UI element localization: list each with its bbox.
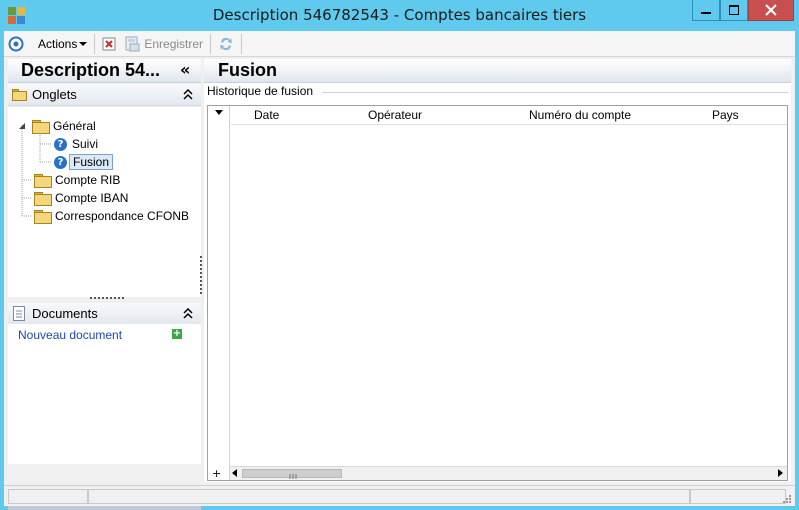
groupbox-border — [322, 92, 788, 93]
grid-header: Date Opérateur Numéro du compte Pays — [231, 106, 787, 125]
tree-node-general[interactable]: Général — [18, 117, 96, 135]
tabs-section-label: Onglets — [32, 87, 77, 102]
left-pane-header: Description 54... « — [8, 59, 201, 83]
delete-button[interactable] — [98, 33, 120, 55]
status-panel — [8, 489, 88, 504]
documents-section-header[interactable]: Documents — [8, 303, 201, 325]
tree-node-fusion[interactable]: ? Fusion — [54, 153, 114, 171]
scroll-left-icon[interactable] — [232, 469, 237, 477]
refresh-icon — [220, 37, 233, 50]
groupbox-label: Historique de fusion — [207, 84, 318, 98]
document-icon — [13, 306, 25, 321]
application-window: Description 546782543 - Comptes bancaire… — [0, 0, 799, 510]
tree-node-label: Compte IBAN — [55, 191, 129, 205]
status-bar — [4, 485, 795, 506]
resize-grip-icon[interactable] — [782, 494, 792, 504]
merge-history-grid[interactable]: Date Opérateur Numéro du compte Pays + — [207, 105, 788, 481]
save-label: Enregistrer — [144, 36, 204, 51]
horizontal-scrollbar[interactable] — [230, 466, 787, 480]
toolbar-separator — [241, 33, 243, 54]
chevron-up-icon[interactable] — [183, 308, 193, 320]
toolbar: Actions Enregistrer — [4, 31, 795, 57]
maximize-icon — [729, 5, 739, 15]
tabs-section-header[interactable]: Onglets — [8, 84, 201, 106]
new-document-link[interactable]: Nouveau document — [18, 328, 122, 342]
folder-icon — [32, 120, 50, 134]
column-header-operateur[interactable]: Opérateur — [368, 108, 422, 122]
toolbar-separator — [94, 33, 96, 54]
help-icon: ? — [54, 155, 67, 169]
tabs-tree: Général ? Suivi ? Fusion Compte RIB Comp… — [8, 107, 201, 297]
window-title: Description 546782543 - Comptes bancaire… — [212, 6, 587, 24]
folder-icon — [12, 89, 27, 101]
maximize-button[interactable] — [720, 0, 748, 21]
tree-node-label: Général — [53, 119, 96, 133]
delete-icon — [102, 37, 116, 50]
scroll-right-icon[interactable] — [778, 469, 783, 477]
right-pane: Fusion Historique de fusion Date Opérate… — [204, 59, 791, 482]
right-pane-header: Fusion — [204, 59, 791, 83]
horizontal-splitter[interactable] — [90, 297, 124, 300]
documents-section-label: Documents — [32, 306, 98, 321]
actions-menu[interactable]: Actions — [34, 33, 91, 55]
column-header-pays[interactable]: Pays — [712, 108, 739, 122]
dropdown-arrow-icon — [79, 41, 88, 46]
tree-node-compte-iban[interactable]: Compte IBAN — [34, 189, 128, 207]
grid-menu-icon[interactable] — [215, 110, 223, 115]
help-icon: ? — [54, 137, 67, 151]
status-panel — [88, 489, 690, 504]
column-header-date[interactable]: Date — [254, 108, 279, 122]
target-icon — [8, 36, 24, 51]
minimize-button[interactable] — [692, 0, 720, 21]
chevron-up-icon[interactable] — [183, 89, 193, 101]
collapse-pane-button[interactable]: « — [180, 60, 190, 79]
close-button[interactable] — [748, 0, 794, 21]
save-button[interactable]: Enregistrer — [120, 33, 207, 55]
tree-node-compte-rib[interactable]: Compte RIB — [34, 171, 120, 189]
page-title: Fusion — [218, 60, 277, 80]
left-pane: Description 54... « Onglets Général ? Su… — [8, 59, 201, 510]
tree-node-label: Compte RIB — [55, 173, 121, 187]
navigation-button[interactable] — [4, 33, 28, 55]
toolbar-separator — [210, 33, 212, 54]
vertical-splitter[interactable] — [200, 256, 202, 294]
record-title: Description 54... — [21, 60, 161, 80]
refresh-button[interactable] — [214, 33, 238, 55]
column-header-numero-compte[interactable]: Numéro du compte — [529, 108, 631, 122]
client-area: Actions Enregistrer Description 54... « … — [4, 31, 795, 510]
folder-icon — [34, 210, 52, 224]
expand-icon[interactable] — [18, 122, 26, 130]
status-panel — [690, 489, 786, 504]
save-icon — [125, 36, 140, 51]
tree-node-label: Suivi — [72, 137, 99, 151]
add-row-icon[interactable]: + — [212, 467, 221, 480]
tree-node-suivi[interactable]: ? Suivi — [54, 135, 98, 153]
grip-icon — [289, 474, 297, 479]
tree-node-correspondance-cfonb[interactable]: Correspondance CFONB — [34, 207, 189, 225]
minimize-icon — [701, 12, 711, 14]
grid-row-header — [208, 106, 230, 480]
close-icon — [765, 4, 777, 16]
tree-node-label: Correspondance CFONB — [55, 209, 190, 223]
folder-icon — [34, 192, 52, 206]
tree-node-label: Fusion — [69, 154, 114, 170]
scrollbar-thumb[interactable] — [242, 469, 342, 479]
folder-icon — [34, 174, 52, 188]
actions-label: Actions — [38, 36, 78, 51]
title-bar[interactable]: Description 546782543 - Comptes bancaire… — [0, 0, 799, 31]
add-icon[interactable]: + — [172, 329, 182, 339]
documents-panel: Nouveau document + — [8, 324, 201, 464]
